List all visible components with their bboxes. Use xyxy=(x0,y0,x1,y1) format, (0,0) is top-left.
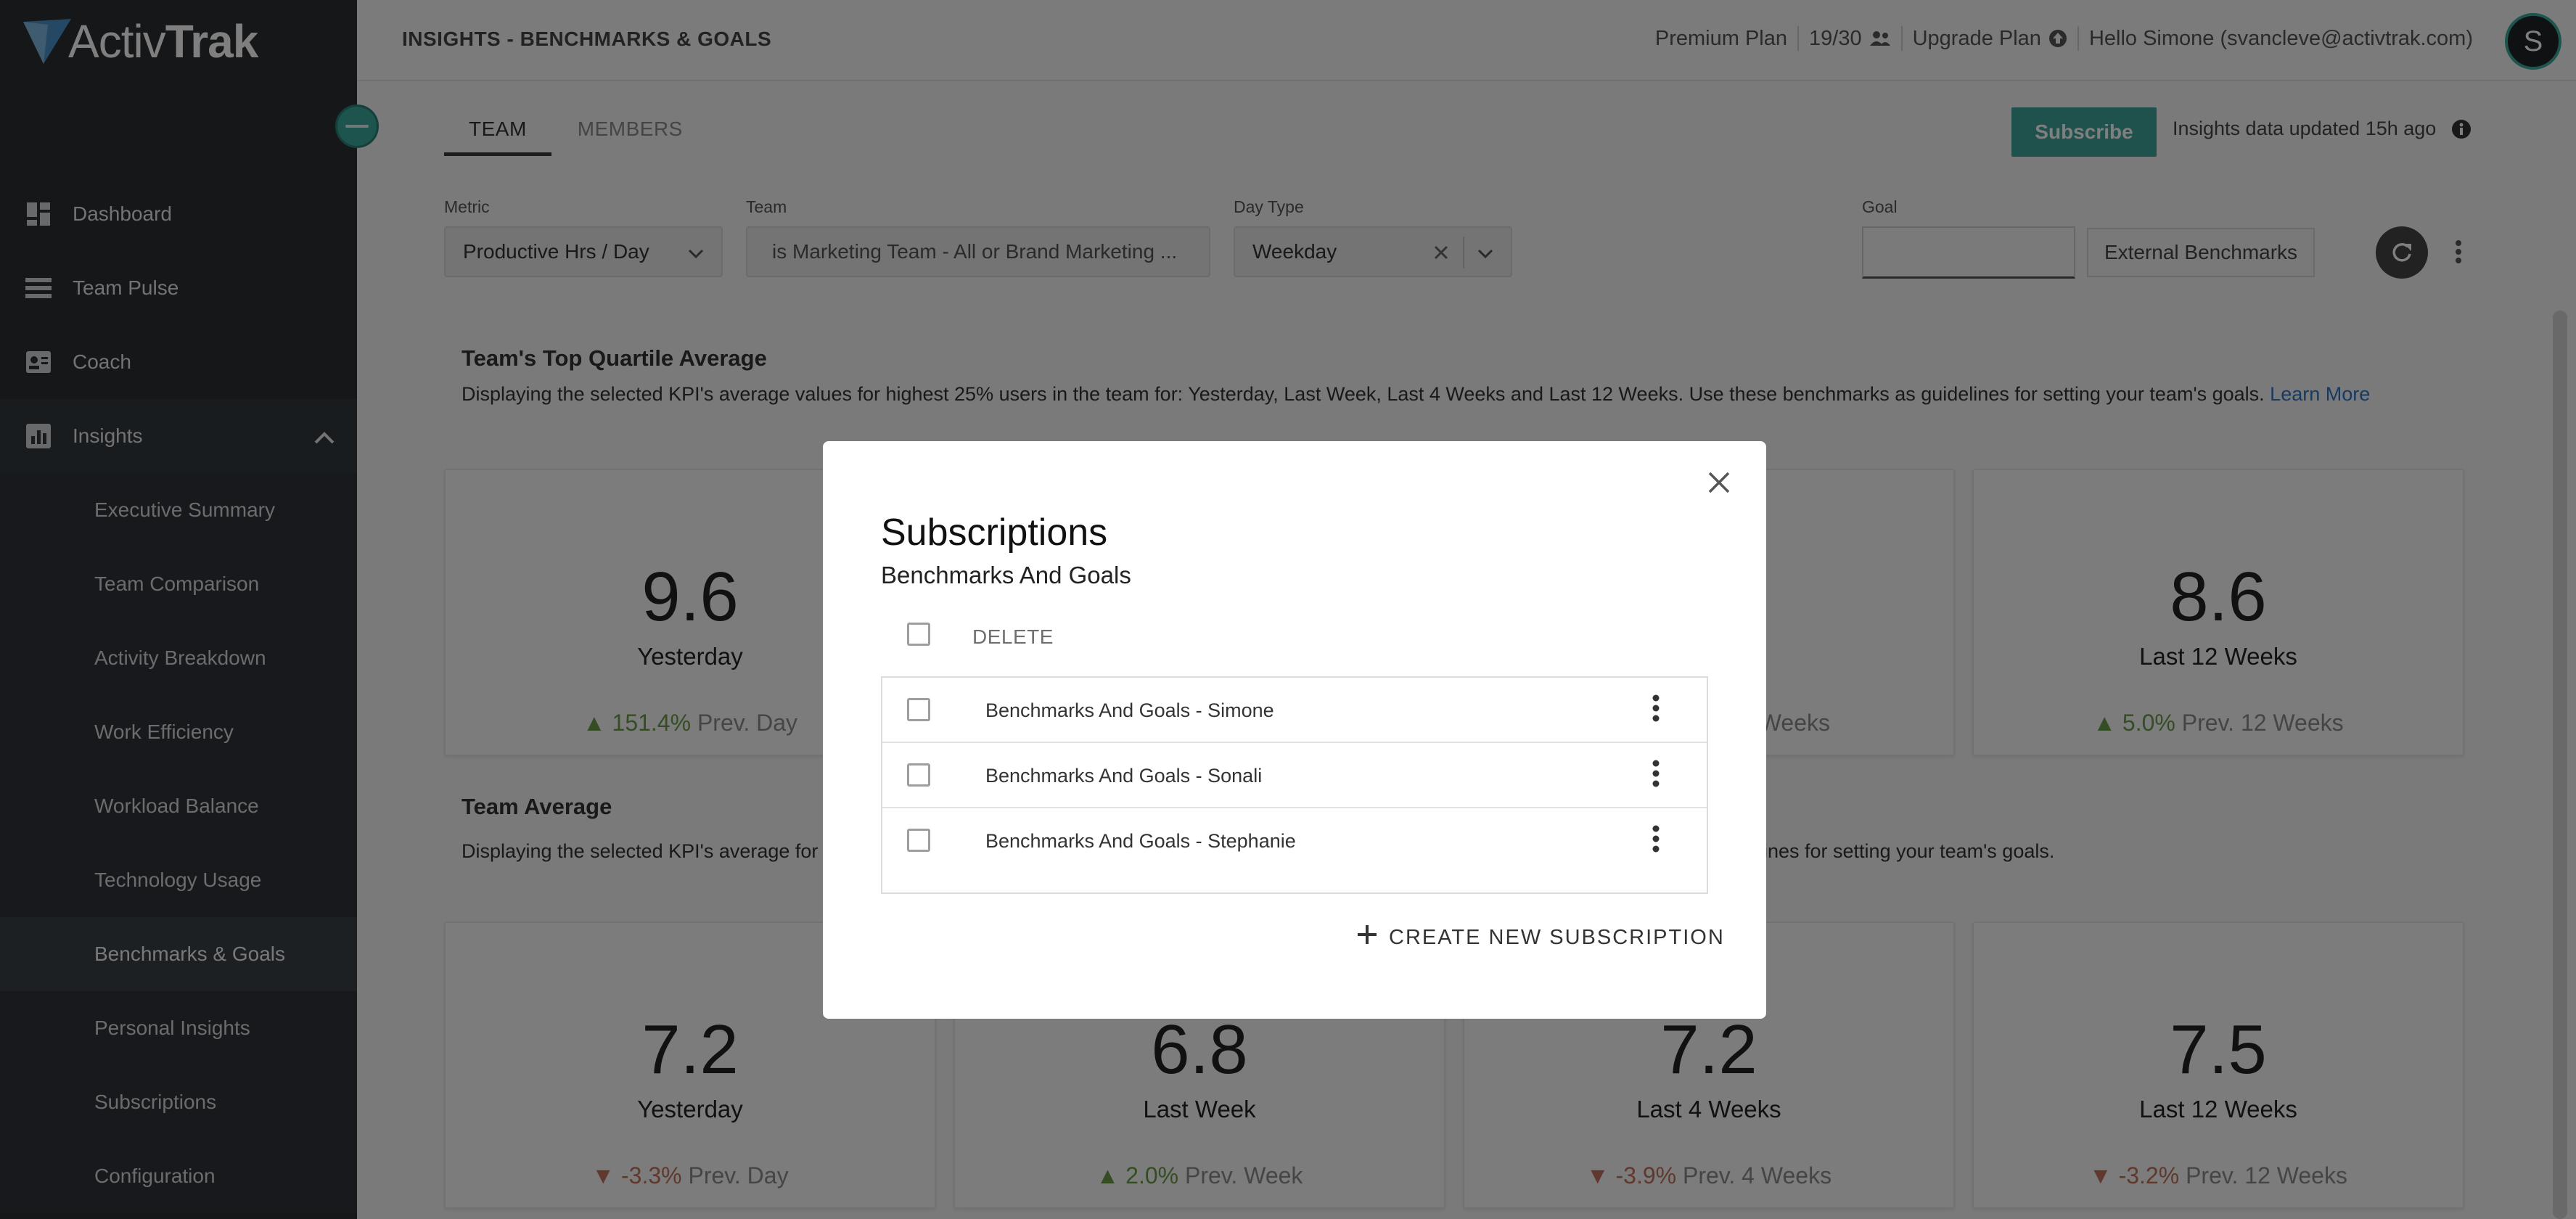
row-checkbox[interactable] xyxy=(907,698,930,721)
modal-subtitle: Benchmarks And Goals xyxy=(881,562,1131,588)
more-options-icon[interactable] xyxy=(1652,824,1660,857)
more-options-icon[interactable] xyxy=(1652,759,1660,792)
row-checkbox[interactable] xyxy=(907,829,930,852)
close-icon[interactable] xyxy=(1707,470,1731,498)
subscriptions-list: Benchmarks And Goals - Simone Benchmarks… xyxy=(881,676,1708,894)
subscription-name: Benchmarks And Goals - Sonali xyxy=(985,765,1263,787)
plus-icon xyxy=(1357,924,1377,951)
modal-title: Subscriptions xyxy=(881,512,1108,554)
list-item: Benchmarks And Goals - Simone xyxy=(882,678,1707,743)
delete-button[interactable]: DELETE xyxy=(972,625,1054,649)
list-item: Benchmarks And Goals - Sonali xyxy=(882,743,1707,808)
create-new-label: CREATE NEW SUBSCRIPTION xyxy=(1389,925,1725,949)
subscription-name: Benchmarks And Goals - Simone xyxy=(985,699,1274,721)
more-options-icon[interactable] xyxy=(1652,694,1660,726)
row-checkbox[interactable] xyxy=(907,763,930,787)
subscriptions-modal: Subscriptions Benchmarks And Goals DELET… xyxy=(823,441,1766,1019)
select-all-checkbox[interactable] xyxy=(907,623,930,646)
subscription-name: Benchmarks And Goals - Stephanie xyxy=(985,830,1296,852)
create-new-subscription-button[interactable]: CREATE NEW SUBSCRIPTION xyxy=(1357,924,1725,951)
list-item: Benchmarks And Goals - Stephanie xyxy=(882,808,1707,874)
